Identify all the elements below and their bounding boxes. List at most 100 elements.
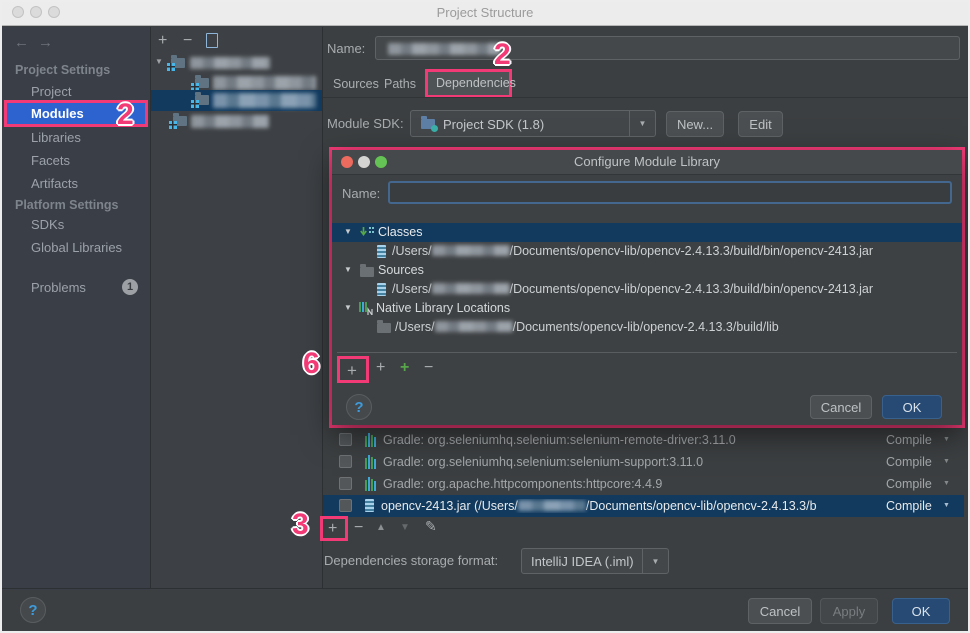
apply-button[interactable]: Apply [820, 598, 878, 624]
scope-dropdown-arrow-icon[interactable]: ▼ [943, 436, 950, 443]
scope-dropdown-arrow-icon[interactable]: ▼ [943, 480, 950, 487]
add-library-root-button[interactable]: + [337, 356, 369, 383]
remove-module-icon[interactable]: − [183, 33, 192, 49]
dialog-help-button[interactable]: ? [346, 394, 372, 420]
sidebar-item-global-libraries[interactable]: Global Libraries [31, 240, 122, 255]
cancel-button[interactable]: Cancel [748, 598, 812, 624]
annotation-step-2-modules: 2 [117, 98, 134, 131]
expand-arrow-icon[interactable]: ▼ [344, 266, 352, 274]
plus-icon: + [347, 361, 357, 380]
sdk-new-button[interactable]: New... [666, 111, 724, 137]
dependency-row[interactable]: Gradle: org.seleniumhq.selenium:selenium… [323, 451, 964, 473]
native-library-icon [359, 302, 373, 315]
attach-jar-directories-icon[interactable]: + [376, 360, 385, 376]
sidebar-item-libraries[interactable]: Libraries [31, 130, 81, 145]
redacted-module-name[interactable] [190, 57, 270, 69]
dependency-scope[interactable]: Compile [886, 455, 932, 469]
module-folder-icon [169, 113, 187, 129]
expand-arrow-icon[interactable]: ▼ [155, 58, 163, 66]
library-name-input[interactable] [388, 181, 952, 204]
footer-divider [2, 588, 968, 589]
sidebar-item-project[interactable]: Project [31, 84, 71, 99]
configure-library-dialog-highlight: Configure Module Library Name: ▼ Classes… [329, 147, 965, 428]
dependency-label: Gradle: org.seleniumhq.selenium:selenium… [383, 433, 736, 447]
storage-dropdown-arrow-icon[interactable]: ▼ [642, 549, 668, 573]
dependency-row[interactable]: Gradle: org.apache.httpcomponents:httpco… [323, 473, 964, 495]
tabs-divider [323, 97, 968, 98]
dependency-export-checkbox[interactable] [339, 455, 352, 468]
move-down-icon[interactable]: ▼ [400, 523, 410, 533]
copy-module-icon[interactable] [206, 33, 218, 48]
settings-sidebar: ← → Project Settings Project Modules 2 L… [2, 27, 150, 590]
sdk-edit-button[interactable]: Edit [738, 111, 783, 137]
sdk-dropdown-arrow-icon[interactable]: ▼ [629, 111, 655, 136]
add-dependency-button[interactable]: + [320, 516, 348, 541]
ok-button[interactable]: OK [892, 598, 950, 624]
redacted-username [517, 500, 586, 511]
tab-paths[interactable]: Paths [384, 77, 416, 91]
sources-folder-icon [360, 264, 374, 277]
edit-dependency-icon[interactable]: ✎ [425, 519, 437, 533]
help-button[interactable]: ? [20, 597, 46, 623]
scope-dropdown-arrow-icon[interactable]: ▼ [943, 458, 950, 465]
configure-library-dialog: Configure Module Library Name: ▼ Classes… [332, 150, 962, 425]
tree-item-sources[interactable]: ▼ Sources [332, 261, 962, 280]
dependency-row[interactable]: Gradle: org.seleniumhq.selenium:selenium… [323, 429, 964, 451]
classes-label: Classes [378, 225, 423, 239]
storage-format-select[interactable]: IntelliJ IDEA (.iml) ▼ [521, 548, 669, 574]
tree-item-native-locations[interactable]: ▼ Native Library Locations [332, 299, 962, 318]
tree-item-native-path[interactable]: /Users//Documents/opencv-lib/opencv-2.4.… [332, 318, 962, 337]
sidebar-item-modules[interactable]: Modules 2 [4, 98, 148, 131]
redacted-module-name[interactable] [213, 76, 316, 90]
redacted-module-name[interactable] [191, 115, 269, 128]
forward-icon[interactable]: → [38, 35, 53, 50]
dependency-export-checkbox[interactable] [339, 477, 352, 490]
module-tree-selected-row[interactable] [151, 90, 322, 111]
native-path: /Users//Documents/opencv-lib/opencv-2.4.… [395, 320, 779, 334]
expand-arrow-icon[interactable]: ▼ [344, 304, 352, 312]
module-badge-icon [191, 100, 199, 108]
library-name-label: Name: [342, 186, 381, 201]
tab-sources[interactable]: Sources [333, 77, 379, 91]
native-locations-label: Native Library Locations [376, 301, 511, 315]
dialog-ok-button[interactable]: OK [882, 395, 942, 419]
tree-item-sources-path[interactable]: /Users//Documents/opencv-lib/opencv-2.4.… [332, 280, 962, 299]
sidebar-item-problems[interactable]: Problems [31, 280, 86, 295]
lib-folder-icon [377, 320, 391, 333]
add-module-icon[interactable]: + [158, 33, 167, 49]
dependency-scope[interactable]: Compile [886, 477, 932, 491]
module-name-input[interactable] [375, 36, 960, 60]
library-icon [365, 433, 376, 447]
sidebar-item-facets[interactable]: Facets [31, 153, 70, 168]
sidebar-item-sdks[interactable]: SDKs [31, 217, 64, 232]
scope-dropdown-arrow-icon[interactable]: ▼ [943, 502, 950, 509]
dependency-row-selected[interactable]: opencv-2413.jar (/Users//Documents/openc… [323, 495, 964, 517]
sources-label: Sources [378, 263, 424, 277]
dependency-scope[interactable]: Compile [886, 433, 932, 447]
plus-icon: + [328, 520, 338, 537]
tab-dependencies[interactable]: Dependencies [425, 69, 516, 98]
annotation-step-6-add-library: 6 [303, 347, 320, 380]
module-sdk-select[interactable]: Project SDK (1.8) ▼ [410, 110, 656, 137]
project-structure-window: Project Structure ← → Project Settings P… [0, 0, 970, 633]
jar-file-icon [377, 245, 386, 258]
classes-icon [360, 227, 374, 237]
dependency-export-checkbox[interactable] [339, 433, 352, 446]
annotation-step-2-dependencies: 2 [494, 38, 511, 71]
dependency-export-checkbox[interactable] [339, 499, 352, 512]
move-up-icon[interactable]: ▲ [376, 523, 386, 533]
sources-path: /Users//Documents/opencv-lib/opencv-2.4.… [392, 282, 874, 296]
dependency-label: Gradle: org.apache.httpcomponents:httpco… [383, 477, 663, 491]
back-icon[interactable]: ← [14, 35, 29, 50]
module-folder-icon [191, 92, 209, 108]
sidebar-item-artifacts[interactable]: Artifacts [31, 176, 78, 191]
add-excluded-root-icon[interactable]: + [400, 360, 409, 376]
tree-item-classes[interactable]: ▼ Classes [332, 223, 962, 242]
dependency-scope[interactable]: Compile [886, 499, 932, 513]
module-sdk-label: Module SDK: [327, 116, 404, 131]
remove-dependency-icon[interactable]: − [354, 520, 363, 536]
dialog-cancel-button[interactable]: Cancel [810, 395, 872, 419]
tree-item-classes-path[interactable]: /Users//Documents/opencv-lib/opencv-2.4.… [332, 242, 962, 261]
expand-arrow-icon[interactable]: ▼ [344, 228, 352, 236]
remove-library-root-icon[interactable]: − [424, 360, 433, 376]
